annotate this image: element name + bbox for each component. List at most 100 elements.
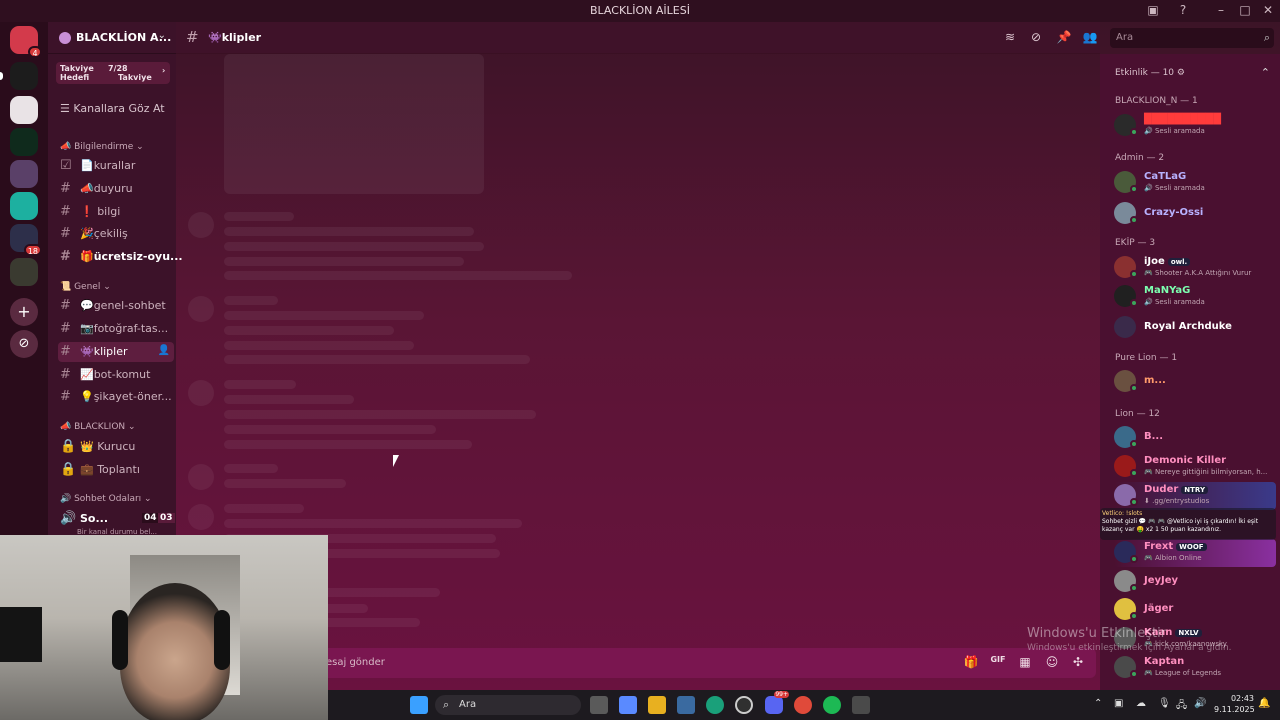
gift-icon[interactable]: 🎁 <box>963 655 979 671</box>
chevron-up-icon[interactable]: ⌃ <box>1261 66 1270 79</box>
members-icon[interactable]: 👥 <box>1082 30 1098 46</box>
add-server-icon[interactable]: + <box>10 298 38 326</box>
file-explorer-icon[interactable] <box>648 696 666 714</box>
gif-icon[interactable]: GIF <box>990 655 1006 671</box>
voice-channel-so[interactable]: 🔊 So... 04 03 <box>58 509 178 529</box>
member-name: Demonic Killer <box>1144 455 1227 466</box>
member-item[interactable]: B... <box>1114 424 1276 452</box>
discord-icon[interactable]: 99+ <box>765 691 789 714</box>
channel-fotograf[interactable]: # 📷fotoğraf-tas... <box>58 319 178 339</box>
chrome-icon[interactable] <box>794 696 812 714</box>
sticker-icon[interactable]: ▦ <box>1017 655 1033 671</box>
home-discord-icon[interactable]: 4 <box>10 26 42 58</box>
copilot-icon[interactable] <box>619 696 637 714</box>
member-item[interactable]: iJoe owl. 🎮 Shooter A.K.A Attığını Vurur <box>1114 254 1276 282</box>
server-icon[interactable]: 18 <box>10 224 42 256</box>
channel-cekilis[interactable]: # 🎉çekiliş <box>58 224 178 244</box>
store-icon[interactable] <box>677 696 695 714</box>
tray-app-icon[interactable]: ▣ <box>1114 698 1123 709</box>
game-icon: 🎮 League of Legends <box>1144 669 1222 677</box>
guild-tag: NXLV <box>1175 629 1202 637</box>
member-item[interactable]: JeyJey <box>1114 568 1276 596</box>
member-item[interactable]: MaNYaG 🔊 Sesli aramada <box>1114 283 1276 311</box>
taskbar-clock[interactable]: 02:43 9.11.2025 <box>1214 693 1255 715</box>
member-item[interactable]: Kaptan 🎮 League of Legends <box>1114 654 1276 682</box>
boost-progress: 7/28 <box>108 64 128 73</box>
channel-bot-komut[interactable]: # 📈bot-komut <box>58 365 178 385</box>
member-item[interactable]: ██████████ 🔊 Sesli aramada <box>1114 112 1276 140</box>
help-icon[interactable]: ? <box>1175 3 1191 19</box>
pin-icon[interactable]: 📌 <box>1056 30 1072 46</box>
task-view-icon[interactable] <box>590 696 608 714</box>
server-blacklion-icon[interactable] <box>10 62 38 90</box>
server-folder-icon[interactable] <box>10 258 38 286</box>
member-name: Duder NTRY <box>1144 484 1209 495</box>
channel-bilgi[interactable]: # ❗ bilgi <box>58 202 178 222</box>
app-icon[interactable] <box>852 696 870 714</box>
emoji-icon[interactable]: ☺ <box>1044 655 1060 671</box>
message-composer[interactable]: esaj gönder 🎁 GIF ▦ ☺ ✣ <box>206 648 1096 678</box>
maximize-icon[interactable]: □ <box>1237 3 1253 19</box>
server-icon[interactable] <box>10 160 38 188</box>
tray-chevron-icon[interactable]: ⌃ <box>1094 698 1102 709</box>
channel-kurucu[interactable]: 🔒 👑 Kurucu <box>58 437 178 457</box>
member-item[interactable]: Frext WOOF 🎮 Albion Online <box>1114 539 1276 567</box>
browse-channels-link[interactable]: ☰ Kanallara Göz At <box>60 102 165 115</box>
category-sohbet-odalari[interactable]: 🔊 Sohbet Odaları ⌄ <box>60 494 152 504</box>
windows-start-icon[interactable] <box>410 696 428 714</box>
channel-klipler[interactable]: # 👾klipler 👤 <box>58 342 174 362</box>
channel-toplanti[interactable]: 🔒 💼 Toplantı <box>58 460 178 480</box>
gear-icon[interactable]: ⚙ <box>1177 68 1185 78</box>
threads-icon[interactable]: ≋ <box>1002 30 1018 46</box>
browse-channels-label: Kanallara Göz At <box>73 102 165 115</box>
search-input[interactable]: Ara ⌕ <box>1110 28 1274 48</box>
server-icon[interactable] <box>10 192 38 220</box>
category-bilgilendirme[interactable]: 📣 Bilgilendirme ⌄ <box>60 142 144 152</box>
channel-ucretsiz-oyun[interactable]: # 🎁ücretsiz-oyu... <box>58 247 183 267</box>
hash-icon: # <box>60 204 71 219</box>
network-icon[interactable]: 🖧 <box>1176 698 1187 715</box>
list-icon: ☰ <box>60 102 74 115</box>
member-item[interactable]: Duder NTRY ⬇ .gg/entrystudios <box>1114 482 1276 510</box>
minimize-icon[interactable]: – <box>1213 3 1229 19</box>
server-icon[interactable] <box>10 128 38 156</box>
spotify-icon[interactable] <box>823 696 841 714</box>
close-icon[interactable]: ✕ <box>1260 3 1276 19</box>
member-item[interactable]: Crazy-Ossi <box>1114 200 1276 228</box>
app-icon[interactable] <box>735 696 753 714</box>
channel-kurallar[interactable]: ☑ 📄kurallar <box>58 156 178 176</box>
invite-icon[interactable]: 👤 <box>158 345 170 356</box>
member-group-label: BLACKLION_N — 1 <box>1115 96 1198 106</box>
server-header[interactable]: BLACKLİON A... ⌄ <box>48 22 176 54</box>
volume-icon[interactable]: 🔊 <box>1194 698 1206 709</box>
member-item[interactable]: m... <box>1114 368 1276 396</box>
channel-sikayet[interactable]: # 💡şikayet-öner... <box>58 387 178 407</box>
notifications-icon[interactable]: 🔔 <box>1258 698 1270 709</box>
discover-icon[interactable]: ⊘ <box>10 330 38 358</box>
category-genel[interactable]: 📜 Genel ⌄ <box>60 282 111 292</box>
taskbar-search-input[interactable]: ⌕ Ara <box>435 695 581 715</box>
apps-icon[interactable]: ✣ <box>1070 655 1086 671</box>
composer-placeholder: esaj gönder <box>326 657 385 668</box>
onedrive-icon[interactable]: ☁ <box>1136 698 1146 709</box>
member-item[interactable]: CaTLaG 🔊 Sesli aramada <box>1114 169 1276 197</box>
search-placeholder: Ara <box>1116 32 1134 43</box>
notification-mute-icon[interactable]: ⊘ <box>1028 30 1044 46</box>
member-item[interactable]: Jäger <box>1114 596 1276 624</box>
speaker-icon: 🔊 Sesli aramada <box>1144 127 1205 135</box>
channel-duyuru[interactable]: # 📣duyuru <box>58 179 178 199</box>
webcam-headphones <box>214 610 230 670</box>
window-title: BLACKLİON AİLESİ <box>590 4 690 17</box>
member-item[interactable]: Demonic Killer 🎮 Nereye gittiğini bilmiyo… <box>1114 453 1276 481</box>
member-item[interactable]: Royal Archduke <box>1114 314 1276 342</box>
category-blacklion[interactable]: 📣 BLACKLION ⌄ <box>60 422 136 432</box>
microphone-icon[interactable]: 🎙 <box>1158 698 1171 709</box>
server-icon[interactable] <box>10 96 38 124</box>
member-name-text: Duder <box>1144 484 1179 495</box>
message-skeleton <box>224 440 472 449</box>
inbox-icon[interactable]: ▣ <box>1145 3 1161 19</box>
boost-goal-bar[interactable]: Takviye Hedefi 7/28 Takviye › <box>56 62 170 84</box>
edge-icon[interactable] <box>706 696 724 714</box>
channel-genel-sohbet[interactable]: # 💬genel-sohbet <box>58 296 178 316</box>
member-status: League of Legends <box>1154 669 1222 677</box>
